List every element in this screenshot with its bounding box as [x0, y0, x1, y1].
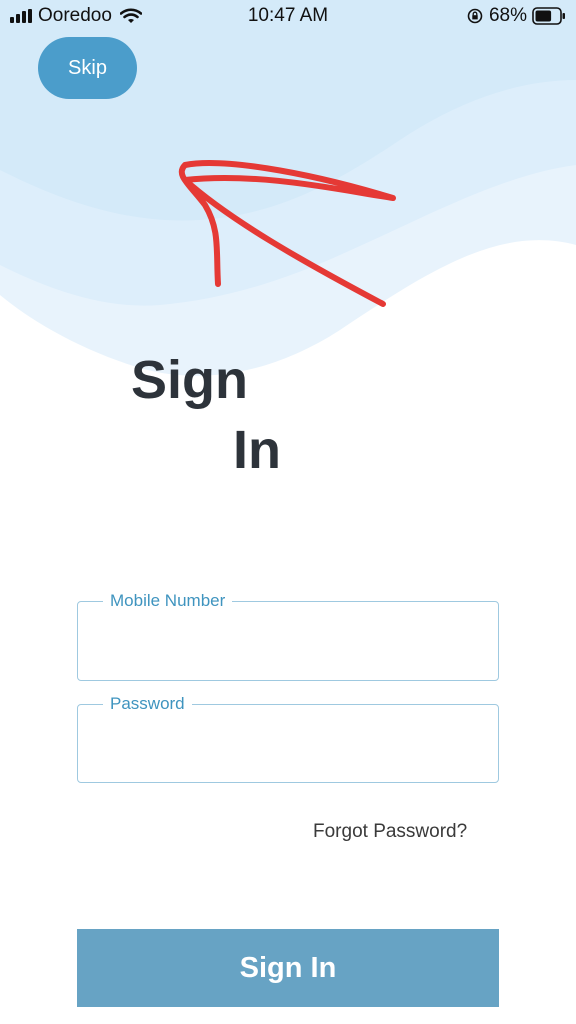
mobile-number-label: Mobile Number	[103, 591, 233, 611]
title-line-1: Sign	[131, 350, 248, 410]
title-line-2: In	[233, 420, 281, 480]
password-input[interactable]	[94, 725, 482, 765]
mobile-number-field[interactable]: Mobile Number	[77, 591, 499, 681]
mobile-number-input[interactable]	[94, 622, 482, 662]
password-label: Password	[103, 694, 192, 714]
sign-in-button[interactable]: Sign In	[77, 929, 499, 1007]
password-field[interactable]: Password	[77, 694, 499, 783]
forgot-password-link[interactable]: Forgot Password?	[313, 821, 467, 843]
annotation-arrow	[178, 160, 396, 307]
